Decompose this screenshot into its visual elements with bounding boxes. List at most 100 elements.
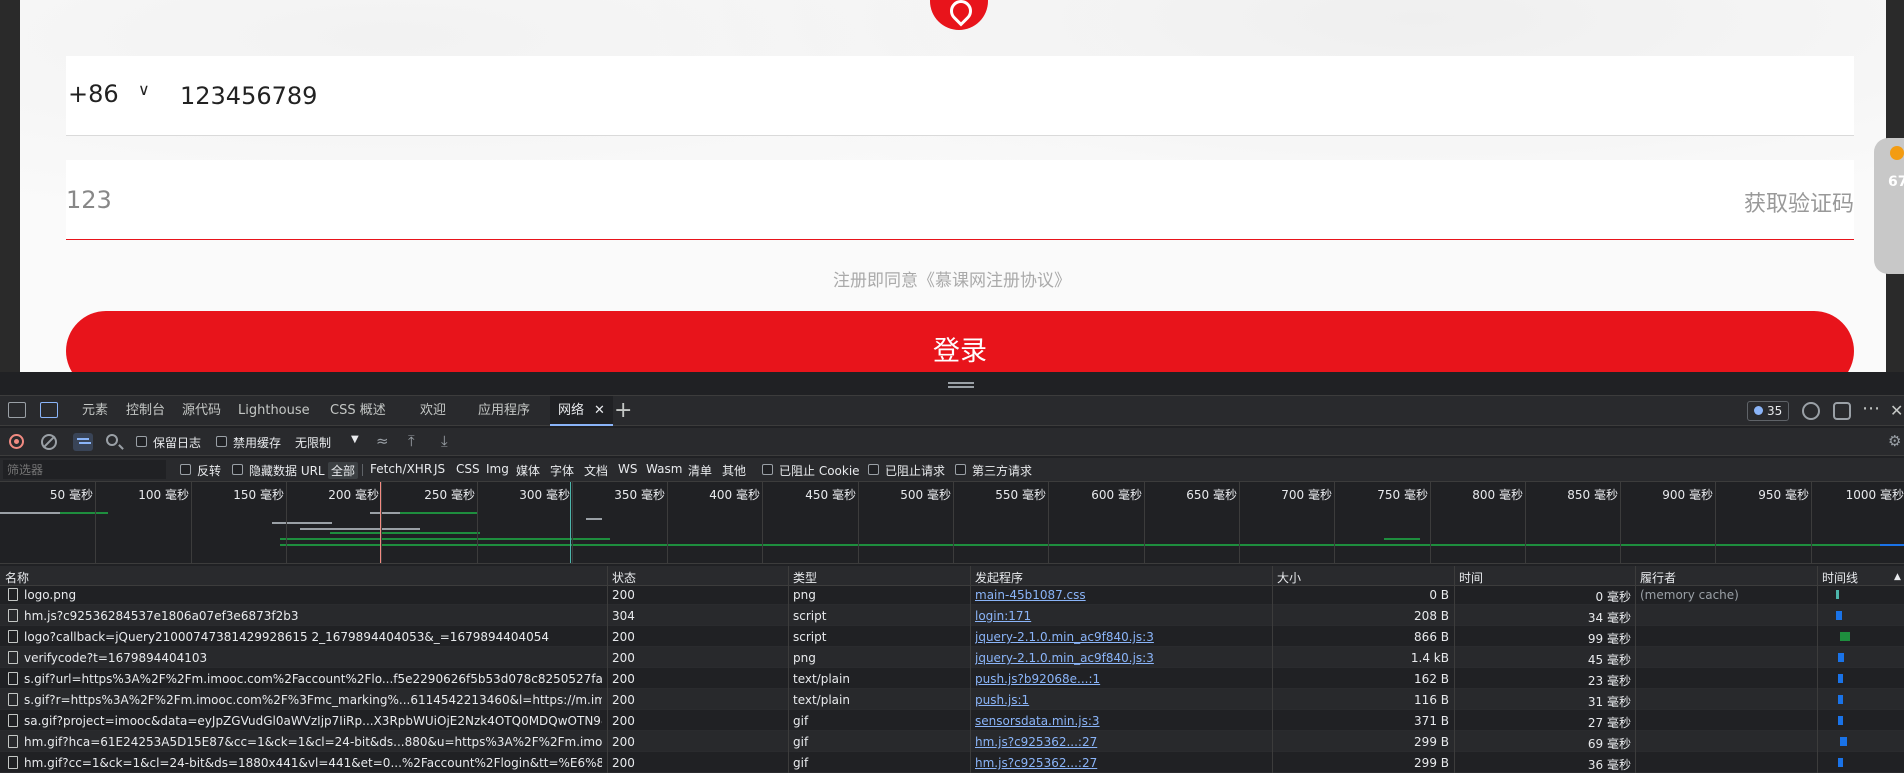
hide-data-url-checkbox[interactable] [232,464,243,475]
network-overview-timeline[interactable]: 50 毫秒 100 毫秒 150 毫秒 200 毫秒 250 毫秒 300 毫秒 350 毫… [0,482,1904,564]
table-row[interactable]: hm.js?c92536284537e1806a07ef3e6873f2b3 30… [0,605,1904,626]
country-code[interactable]: +86 [68,80,119,108]
request-initiator-link[interactable]: jquery-2.1.0.min_ac9f840.js:3 [975,630,1265,644]
get-code-button[interactable]: 获取验证码 [1744,186,1854,218]
request-initiator-link[interactable]: jquery-2.1.0.min_ac9f840.js:3 [975,651,1265,665]
phone-input[interactable] [180,74,1580,118]
overview-tick-label: 300 毫秒 [519,488,570,502]
third-party-checkbox[interactable] [955,464,966,475]
network-settings-gear-icon[interactable]: ⚙ [1888,432,1901,450]
request-name[interactable]: hm.gif?hca=61E24253A5D15E87&cc=1&ck=1&cl… [24,735,602,749]
filter-toggle-icon[interactable] [73,433,93,451]
devtools-resizer[interactable] [0,372,1904,396]
request-size: 1.4 kB [1410,651,1449,665]
request-name[interactable]: s.gif?url=https%3A%2F%2Fm.imooc.com%2Fac… [24,672,602,686]
table-row[interactable]: logo.png 200 png main-45b1087.css 0 B 0 毫秒 (me… [0,584,1904,605]
request-name[interactable]: hm.gif?cc=1&ck=1&cl=24-bit&ds=1880x441&v… [24,756,602,770]
request-name[interactable]: logo?callback=jQuery21000747381429928615… [24,630,602,644]
tab-elements[interactable]: 元素 [82,396,108,426]
add-tab-icon[interactable]: + [614,398,632,423]
column-divider[interactable] [607,566,608,773]
inspect-element-icon[interactable] [8,402,26,418]
blocked-cookies-checkbox[interactable] [762,464,773,475]
table-row[interactable]: s.gif?r=https%3A%2F%2Fm.imooc.com%2F%3Fm… [0,689,1904,710]
tab-network[interactable]: 网络 ✕ [550,396,613,426]
request-initiator-link[interactable]: hm.js?c925362...:27 [975,735,1265,749]
tab-lighthouse[interactable]: Lighthouse [238,396,310,426]
column-divider[interactable] [970,566,971,773]
request-name[interactable]: s.gif?r=https%3A%2F%2Fm.imooc.com%2F%3Fm… [24,693,602,707]
table-row[interactable]: verifycode?t=1679894404103 200 png jquery-2… [0,647,1904,668]
tab-network-label: 网络 [558,403,585,418]
clear-icon[interactable] [41,434,57,450]
tab-console[interactable]: 控制台 [126,396,165,426]
column-divider[interactable] [788,566,789,773]
type-filter-manifest[interactable]: 清单 [688,462,712,479]
type-filter-other[interactable]: 其他 [722,462,746,479]
throttle-select[interactable]: 无限制 [295,434,331,451]
table-row[interactable]: s.gif?url=https%3A%2F%2Fm.imooc.com%2Fac… [0,668,1904,689]
settings-gear-icon[interactable] [1802,402,1820,420]
waterfall-bar [1838,674,1843,683]
request-initiator-link[interactable]: push.js:1 [975,693,1265,707]
tab-welcome[interactable]: 欢迎 [420,396,446,426]
overview-tick-label: 900 毫秒 [1662,488,1713,502]
record-stop-icon[interactable] [9,434,24,449]
invert-checkbox[interactable] [180,464,191,475]
login-button[interactable]: 登录 [66,311,1854,372]
caret-down-icon[interactable]: ▼ [351,434,359,445]
agreement-link[interactable]: 注册即同意《慕课网注册协议》 [0,266,1904,291]
type-filter-js[interactable]: JS [434,462,445,476]
request-initiator-link[interactable]: login:171 [975,609,1265,623]
import-har-icon[interactable]: ⤒ [408,432,415,450]
type-filter-font[interactable]: 字体 [550,462,574,479]
request-name[interactable]: verifycode?t=1679894404103 [24,651,602,665]
type-filter-all[interactable]: 全部 [328,462,359,479]
close-tab-icon[interactable]: ✕ [594,403,605,418]
more-options-icon[interactable]: ⋯ [1862,398,1880,419]
column-divider[interactable] [1635,566,1636,773]
resize-grip-icon[interactable] [948,382,974,384]
type-filter-wasm[interactable]: Wasm [646,462,682,476]
close-devtools-icon[interactable]: ✕ [1890,401,1903,420]
preserve-log-checkbox[interactable] [136,436,147,447]
column-divider[interactable] [1817,566,1818,773]
waterfall-bar [1836,590,1839,599]
sort-caret-icon[interactable]: ▲ [1894,572,1901,582]
chevron-down-icon[interactable]: ∨ [138,80,150,99]
request-initiator-link[interactable]: push.js?b92068e...:1 [975,672,1265,686]
request-size: 299 B [1414,735,1449,749]
request-name[interactable]: hm.js?c92536284537e1806a07ef3e6873f2b3 [24,609,602,623]
table-row[interactable]: hm.gif?cc=1&ck=1&cl=24-bit&ds=1880x441&v… [0,752,1904,773]
device-toolbar-icon[interactable] [40,402,58,418]
remote-devices-icon[interactable] [1833,402,1851,420]
column-divider[interactable] [1272,566,1273,773]
export-har-icon[interactable]: ⤓ [441,432,448,450]
tab-application[interactable]: 应用程序 [478,396,530,426]
table-row[interactable]: hm.gif?hca=61E24253A5D15E87&cc=1&ck=1&cl… [0,731,1904,752]
table-row[interactable]: sa.gif?project=imooc&data=eyJpZGVudGl0aW… [0,710,1904,731]
type-filter-css[interactable]: CSS [456,462,480,476]
request-initiator-link[interactable]: hm.js?c925362...:27 [975,756,1265,770]
request-name[interactable]: logo.png [24,588,602,602]
type-filter-img[interactable]: Img [486,462,509,476]
type-filter-media[interactable]: 媒体 [516,462,540,479]
floating-widget[interactable]: 67 [1874,138,1904,274]
blocked-requests-checkbox[interactable] [868,464,879,475]
tab-sources[interactable]: 源代码 [182,396,221,426]
column-divider[interactable] [1454,566,1455,773]
type-filter-ws[interactable]: WS [618,462,637,476]
verify-code-input[interactable] [66,178,1266,222]
request-initiator-link[interactable]: main-45b1087.css [975,588,1265,602]
tab-css-overview[interactable]: CSS 概述 [330,396,386,426]
type-filter-doc[interactable]: 文档 [584,462,608,479]
type-filter-fetch-xhr[interactable]: Fetch/XHR [370,462,432,476]
message-count-badge[interactable]: 35 [1747,401,1790,421]
disable-cache-checkbox[interactable] [216,436,227,447]
search-icon[interactable] [106,434,118,446]
table-row[interactable]: logo?callback=jQuery21000747381429928615… [0,626,1904,647]
filter-input[interactable] [3,460,166,479]
request-initiator-link[interactable]: sensorsdata.min.js:3 [975,714,1265,728]
request-name[interactable]: sa.gif?project=imooc&data=eyJpZGVudGl0aW… [24,714,602,728]
network-conditions-icon[interactable]: ≈ [376,432,389,450]
